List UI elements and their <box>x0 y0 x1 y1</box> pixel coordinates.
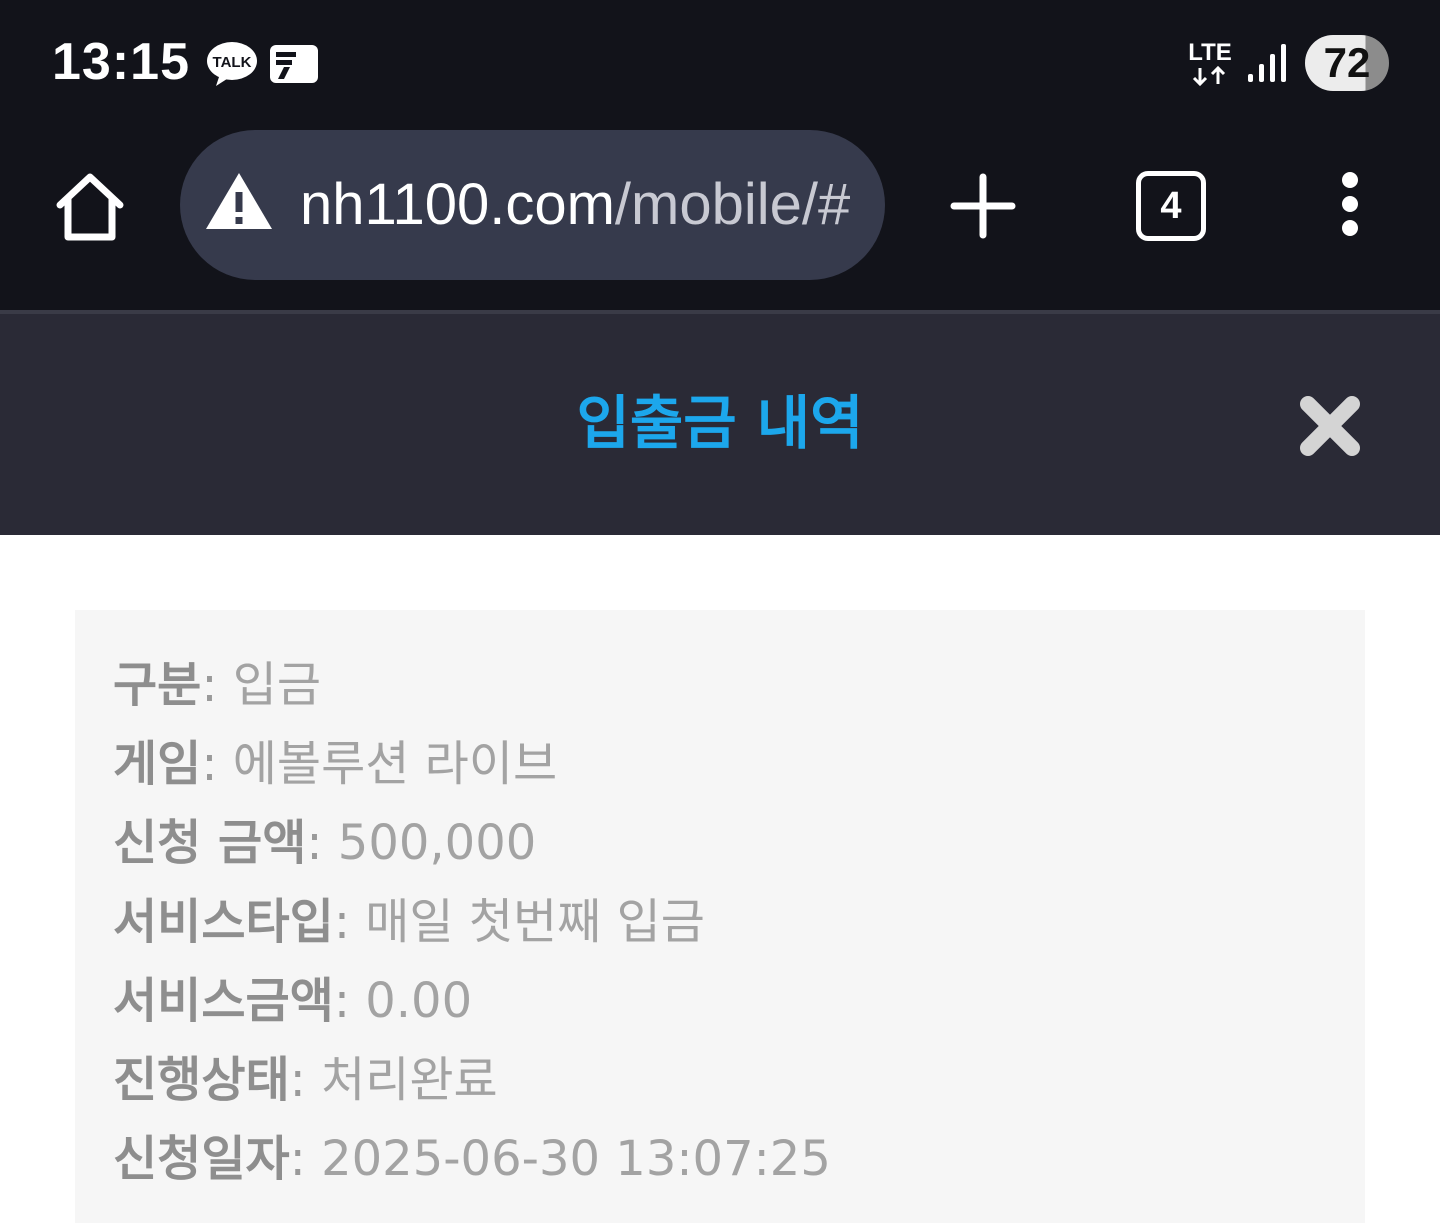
detail-value: 0.00 <box>365 973 473 1029</box>
detail-label: 진행상태 <box>113 1052 290 1108</box>
detail-value: 에볼루션 라이브 <box>232 736 558 792</box>
url-host: nh1100.com <box>300 172 615 237</box>
tab-switcher-button[interactable]: 4 <box>1136 171 1206 241</box>
detail-value: 매일 첫번째 입금 <box>365 894 705 950</box>
detail-value: 입금 <box>232 657 322 713</box>
modal-header: 입출금 내역 <box>0 314 1440 535</box>
detail-label: 게임 <box>113 736 202 792</box>
status-bar: 13:15 TALK LTE 72 <box>0 0 1440 125</box>
warning-icon[interactable] <box>204 170 274 232</box>
detail-row-service-amount: 서비스금액: 0.00 <box>113 973 473 1029</box>
svg-text:TALK: TALK <box>213 54 252 71</box>
detail-row-request-date: 신청일자: 2025-06-30 13:07:25 <box>113 1131 831 1187</box>
modal-title: 입출금 내역 <box>576 389 864 457</box>
url-text[interactable]: nh1100.com/mobile/# <box>300 170 855 240</box>
detail-row-request-amount: 신청 금액: 500,000 <box>113 815 537 871</box>
detail-value: 500,000 <box>337 815 537 871</box>
detail-row-service-type: 서비스타입: 매일 첫번째 입금 <box>113 894 705 950</box>
plus-icon[interactable] <box>950 173 1016 239</box>
news-icon <box>270 45 318 83</box>
status-time: 13:15 <box>52 33 190 91</box>
detail-label: 구분 <box>113 657 202 713</box>
detail-value: 2025-06-30 13:07:25 <box>321 1131 831 1187</box>
signal-icon <box>1248 44 1286 82</box>
detail-value: 처리완료 <box>321 1052 498 1108</box>
url-path: /mobile/# <box>614 172 851 237</box>
detail-row-status: 진행상태: 처리완료 <box>113 1052 498 1108</box>
kakaotalk-icon: TALK <box>207 42 257 86</box>
home-icon[interactable] <box>52 169 128 245</box>
detail-row-type: 구분: 입금 <box>113 657 322 713</box>
detail-row-game: 게임: 에볼루션 라이브 <box>113 736 558 792</box>
lte-text: LTE <box>1188 39 1232 66</box>
detail-label: 신청일자 <box>113 1131 290 1187</box>
transaction-detail-card: 구분: 입금 게임: 에볼루션 라이브 신청 금액: 500,000 서비스타입… <box>75 610 1365 1223</box>
browser-toolbar: nh1100.com/mobile/# 4 <box>0 125 1440 310</box>
detail-label: 서비스타입 <box>113 894 334 950</box>
close-x-icon[interactable] <box>1298 394 1362 458</box>
detail-label: 신청 금액 <box>113 815 307 871</box>
battery-indicator: 72 <box>1305 35 1389 91</box>
detail-label: 서비스금액 <box>113 973 334 1029</box>
lte-icon: LTE <box>1188 39 1232 87</box>
more-vert-icon[interactable] <box>1330 171 1370 237</box>
url-bar[interactable]: nh1100.com/mobile/# <box>180 130 885 280</box>
